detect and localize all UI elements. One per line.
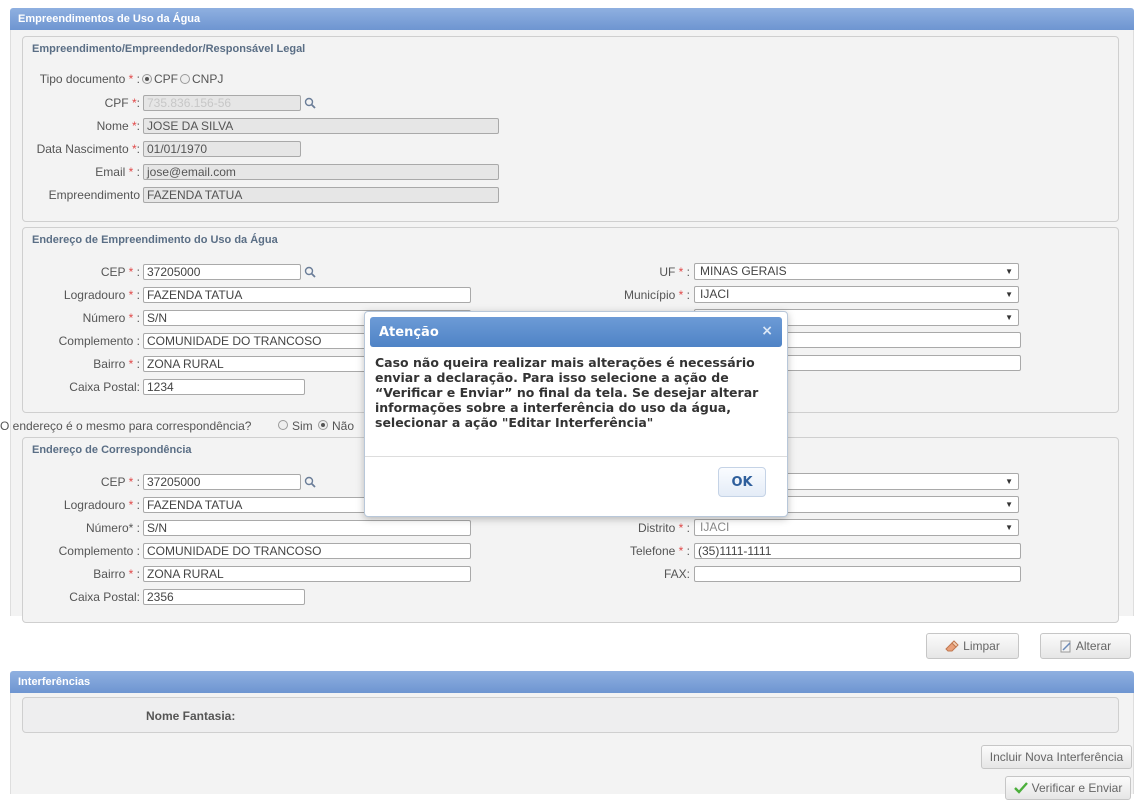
search-icon[interactable] bbox=[304, 476, 316, 488]
corr-complemento-label: Complemento : bbox=[58, 544, 140, 558]
dialog-header: Atenção × bbox=[370, 317, 782, 347]
municipio-label: Município * : bbox=[623, 288, 690, 302]
corr-numero-label: Número* : bbox=[85, 521, 140, 535]
caixa-postal-label: Caixa Postal: bbox=[69, 380, 140, 394]
cpf-input[interactable]: 735.836.156-56 bbox=[143, 95, 301, 111]
email-input[interactable]: jose@email.com bbox=[143, 164, 499, 180]
corr-telefone-label: Telefone * : bbox=[629, 544, 690, 558]
cpf-radio[interactable] bbox=[142, 74, 152, 84]
numero-label: Número * : bbox=[82, 311, 140, 325]
caixa-postal-input[interactable]: 1234 bbox=[143, 379, 305, 395]
complemento-label: Complemento : bbox=[58, 334, 140, 348]
attention-dialog: Atenção × Caso não queira realizar mais … bbox=[364, 311, 788, 517]
municipio-select[interactable]: IJACI ▼ bbox=[694, 286, 1019, 303]
sim-radio[interactable] bbox=[278, 420, 288, 430]
fieldset-title: Empreendimento/Empreendedor/Responsável … bbox=[32, 43, 306, 55]
chevron-down-icon: ▼ bbox=[1005, 500, 1013, 509]
corr-bairro-label: Bairro * : bbox=[93, 567, 140, 581]
limpar-button[interactable]: Limpar bbox=[926, 633, 1019, 659]
section-title: Empreendimentos de Uso da Água bbox=[18, 13, 201, 25]
cep-label: CEP * : bbox=[100, 265, 140, 279]
corr-caixa-postal-input[interactable]: 2356 bbox=[143, 589, 305, 605]
corr-distrito-label: Distrito * : bbox=[637, 521, 690, 535]
cpf-label: CPF *: bbox=[104, 96, 140, 110]
alterar-button[interactable]: Alterar bbox=[1040, 633, 1131, 659]
eraser-icon bbox=[945, 640, 959, 652]
edit-document-icon bbox=[1060, 640, 1071, 652]
dialog-title: Atenção bbox=[379, 325, 439, 340]
chevron-down-icon: ▼ bbox=[1005, 477, 1013, 486]
corr-complemento-input[interactable]: COMUNIDADE DO TRANCOSO bbox=[143, 543, 471, 559]
corr-fax-input[interactable] bbox=[694, 566, 1021, 582]
fieldset-title: Endereço de Correspondência bbox=[32, 444, 192, 456]
tipo-documento-label: Tipo documento * : bbox=[39, 72, 140, 86]
interferencias-list: Nome Fantasia: bbox=[22, 697, 1119, 733]
nome-fantasia-header: Nome Fantasia: bbox=[146, 709, 236, 723]
section-header-interferencias: Interferências bbox=[10, 671, 1134, 693]
email-label: Email * : bbox=[95, 165, 140, 179]
nao-radio[interactable] bbox=[318, 420, 328, 430]
bairro-label: Bairro * : bbox=[93, 357, 140, 371]
nao-label: Não bbox=[332, 419, 355, 433]
search-icon[interactable] bbox=[304, 266, 316, 278]
cnpj-option-label: CNPJ bbox=[192, 72, 224, 86]
corr-bairro-input[interactable]: ZONA RURAL bbox=[143, 566, 471, 582]
correspondencia-question: O endereço é o mesmo para correspondênci… bbox=[0, 419, 252, 433]
section-header-empreendimentos: Empreendimentos de Uso da Água bbox=[10, 8, 1134, 30]
logradouro-input[interactable]: FAZENDA TATUA bbox=[143, 287, 471, 303]
limpar-label: Limpar bbox=[963, 639, 1000, 653]
incluir-interferencia-button[interactable]: Incluir Nova Interferência bbox=[981, 745, 1132, 769]
cep-input[interactable]: 37205000 bbox=[143, 264, 301, 280]
sim-label: Sim bbox=[292, 419, 313, 433]
corr-numero-input[interactable]: S/N bbox=[143, 520, 471, 536]
corr-distrito-select[interactable]: IJACI ▼ bbox=[694, 519, 1019, 536]
close-icon[interactable]: × bbox=[761, 323, 773, 339]
checkmark-icon bbox=[1013, 782, 1028, 794]
ok-button[interactable]: OK bbox=[718, 467, 766, 497]
nascimento-label: Data Nascimento *: bbox=[36, 142, 140, 156]
chevron-down-icon: ▼ bbox=[1005, 290, 1013, 299]
cnpj-radio[interactable] bbox=[180, 74, 190, 84]
nome-label: Nome *: bbox=[96, 119, 140, 133]
fieldset-title: Endereço de Empreendimento do Uso da Águ… bbox=[32, 234, 278, 246]
corr-fax-label: FAX: bbox=[663, 567, 690, 581]
logradouro-label: Logradouro * : bbox=[63, 288, 140, 302]
incluir-label: Incluir Nova Interferência bbox=[989, 750, 1124, 764]
dialog-message: Caso não queira realizar mais alterações… bbox=[375, 355, 759, 430]
nascimento-input[interactable]: 01/01/1970 bbox=[143, 141, 301, 157]
chevron-down-icon: ▼ bbox=[1005, 313, 1013, 322]
corr-logradouro-label: Logradouro * : bbox=[63, 498, 140, 512]
alterar-label: Alterar bbox=[1075, 639, 1112, 653]
empreendimento-label: Empreendimento bbox=[48, 188, 140, 202]
corr-cep-label: CEP * : bbox=[100, 475, 140, 489]
corr-caixa-postal-label: Caixa Postal: bbox=[69, 590, 140, 604]
dialog-divider bbox=[365, 456, 787, 457]
cpf-option-label: CPF bbox=[154, 72, 178, 86]
empreendimento-input[interactable]: FAZENDA TATUA bbox=[143, 187, 499, 203]
nome-input[interactable]: JOSE DA SILVA bbox=[143, 118, 499, 134]
verificar-label: Verificar e Enviar bbox=[1031, 781, 1123, 795]
corr-cep-input[interactable]: 37205000 bbox=[143, 474, 301, 490]
search-icon[interactable] bbox=[304, 97, 316, 109]
chevron-down-icon: ▼ bbox=[1005, 267, 1013, 276]
uf-label: UF * : bbox=[659, 265, 690, 279]
verificar-enviar-button[interactable]: Verificar e Enviar bbox=[1005, 776, 1131, 800]
section-title: Interferências bbox=[18, 676, 91, 688]
chevron-down-icon: ▼ bbox=[1005, 523, 1013, 532]
corr-telefone-input[interactable]: (35)1111-1111 bbox=[694, 543, 1021, 559]
uf-select[interactable]: MINAS GERAIS ▼ bbox=[694, 263, 1019, 280]
